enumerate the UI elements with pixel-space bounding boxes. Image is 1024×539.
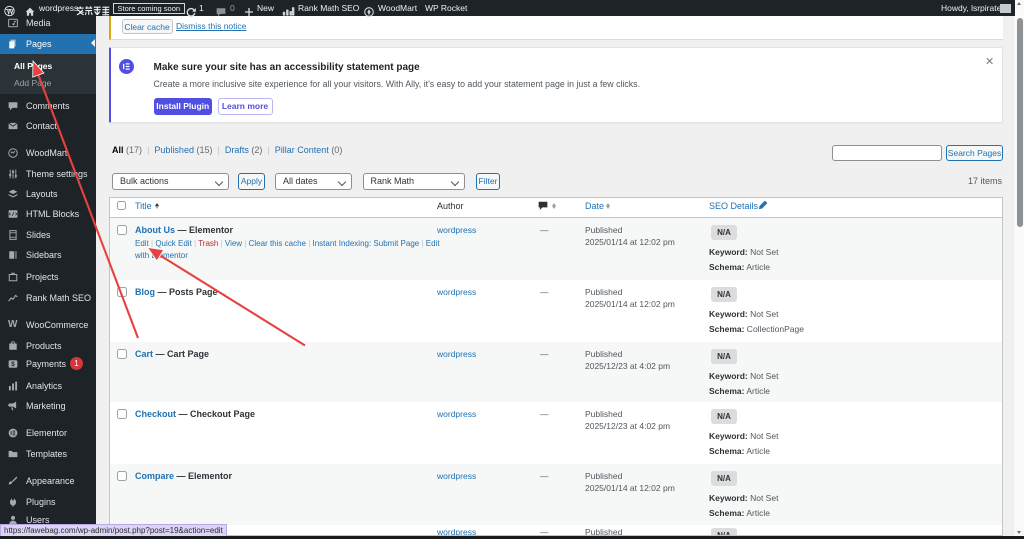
svg-text:$: $: [11, 361, 15, 368]
